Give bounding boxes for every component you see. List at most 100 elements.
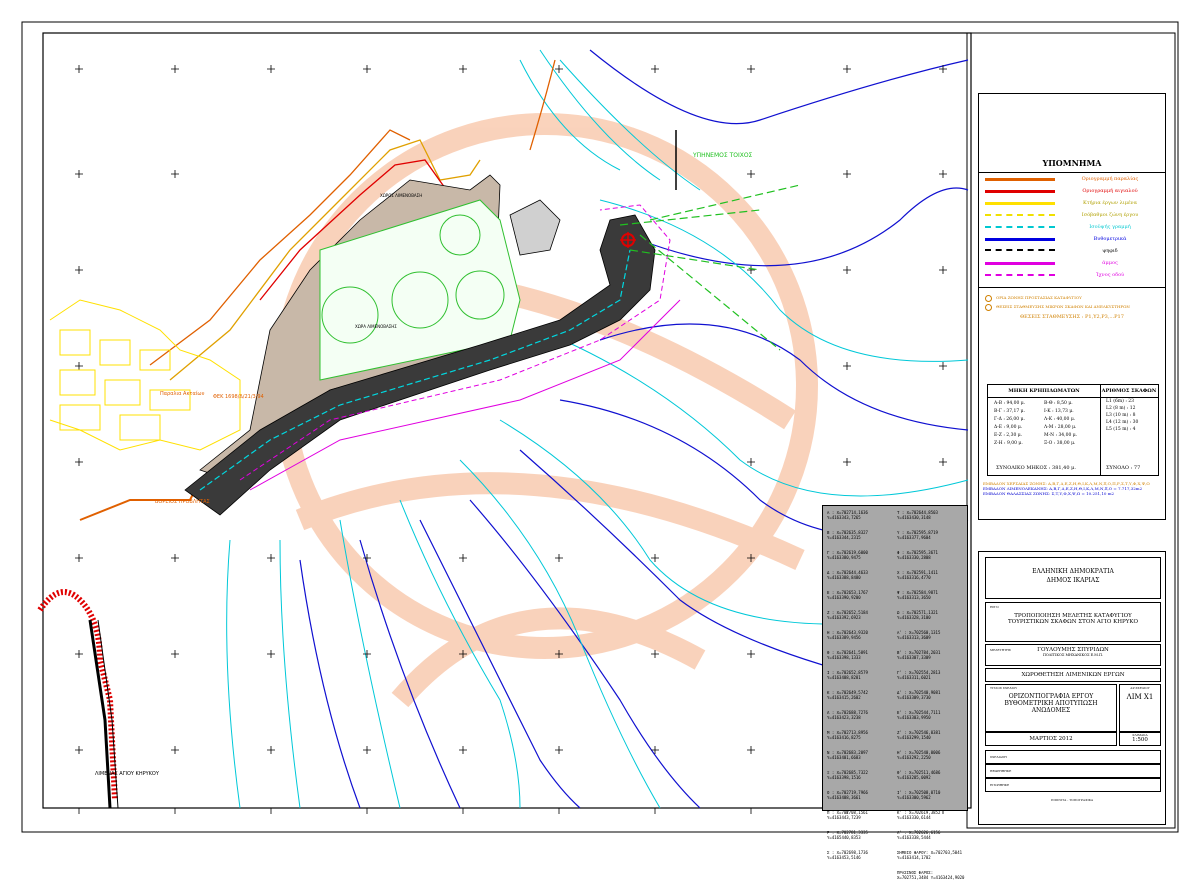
legend-swatch-icon [985,177,1055,181]
length-cell: Λ-Κ : 40,00 μ. [1044,417,1076,422]
legend-title: ΥΠΟΜΝΗΜΑ [979,94,1165,173]
legend-note: ΟΡΙΑ ΖΩΝΗΣ ΠΡΟΣΤΑΣΙΑΣ ΚΑΤΑΦΥΓΙΟΥ [979,294,1165,303]
project-label: ΕΡΓΟ [990,605,999,609]
state-name: ΕΛΛΗΝΙΚΗ ΔΗΜΟΚΡΑΤΙΑ [1032,568,1114,575]
coordinate-entry: Ε : Χ=702653,1767 Υ=4163390,9200 [827,590,868,600]
coordinate-entry: Ω : Χ=702571,1321 Υ=4163328,3100 [897,610,938,620]
boat-count: L1 (6m) : 23 [1106,399,1135,404]
legend-item: Ισόβαθμοι ζώνη έργου [979,209,1165,221]
area-notes: ΕΜΒΑΔΟΝ ΧΕΡΣΑΙΑΣ ΖΩΝΗΣ: Α,Β,Γ,Δ,Ε,Ζ,Η,Θ,… [983,481,1161,496]
sign-row-drawn: ΣΧΕΔΙΑΣΗ [990,755,1007,759]
coordinate-entry: Δ' : Χ=702540,9081 Υ=4163309,3730 [897,690,941,700]
coordinate-entry: Η : Χ=702643,9320 Υ=4163389,9456 [827,630,868,640]
coordinate-entry: Α : Χ=702714,1636 Υ=4163343,7265 [827,510,868,520]
legend-label: Κτήρια έργων λιμένα [1083,200,1137,206]
coordinate-entry: Χ : Χ=702591,1411 Υ=4163316,4770 [897,570,938,580]
boats-list: L1 (6m) : 23 L2 (8 m) : 12 L3 (10 m) : 8 L4… [1100,398,1158,433]
legend-note: ΘΕΣΕΙΣ ΣΤΑΘΜΕΥΣΗΣ ΜΙΚΡΩΝ ΣΚΑΦΩΝ ΚΑΙ ΑΝΕΛ… [979,303,1165,312]
port-name-label: ΛΙΜΕΝΑΣ ΑΓΙΟΥ ΚΗΡΥΚΟΥ [95,771,160,777]
legend-item: άμμος [979,257,1165,269]
project-title: ΤΡΟΠΟΠΟΙΗΣΗ ΜΕΛΕΤΗΣ ΚΑΤΑΦΥΓΙΟΥ ΤΟΥΡΙΣΤΙΚ… [1008,613,1138,625]
legend-label: Οριογραμμή παραλίας [1081,176,1139,182]
municipality-name: ΔΗΜΟΣ ΙΚΑΡΙΑΣ [1046,577,1100,584]
length-cell: Μ-Ν : 34,00 μ. [1044,433,1078,438]
coordinate-entry: Ο : Χ=702719,7966 Υ=4163408,3661 [827,790,868,800]
boats-header: ΑΡΙΘΜΟΣ ΣΚΑΦΩΝ [1100,385,1158,398]
pier-label: ΒΟΡΕΙΟΣ ΠΡΟΒΛΗΤΑΣ [155,499,210,505]
legend-item: Κτήρια έργων λιμένα [979,197,1165,209]
coordinate-entry: Ζ : Χ=702652,5184 Υ=4163392,6923 [827,610,868,620]
coordinate-entry: ΠΡΑΣΙΝΟΣ ΦΑΡΟΣ: Χ=702751,3484 Υ=4163424,… [897,870,965,880]
drawing-date: ΜΑΡΤΙΟΣ 2012 [985,732,1117,746]
coordinate-entry: Λ : Χ=702688,7276 Υ=4163423,3238 [827,710,868,720]
coordinate-entry: Μ : Χ=702713,8956 Υ=4163416,8275 [827,730,868,740]
drawing-number: ΛΙΜ Χ1 [1126,693,1154,701]
coordinate-entry: Ρ : Χ=702781,3335 Υ=4165440,8353 [827,830,868,840]
legend-item: Ίχνος οδού [979,269,1165,281]
legend-label: Βυθομετρικά [1093,236,1127,242]
coordinate-entry: Ψ : Χ=702584,9871 Υ=4163313,3650 [897,590,938,600]
parking-b-label: ΧΩΡΑ ΛΙΜΕΝΟΒΑΣΗΣ [355,324,397,329]
legend-panel: ΥΠΟΜΝΗΜΑ Οριογραμμή παραλίας Οριογραμμή α… [978,93,1166,520]
length-cell: Ι-Κ : 13,73 μ. [1044,409,1074,414]
lengths-header: ΜΗΚΗ ΚΡΗΠΙΔΩΜΑΤΩΝ [988,385,1100,398]
legend-item: ψηφιδ [979,245,1165,257]
coordinate-entry: Τ : Χ=702644,8503 Υ=4163430,3148 [897,510,938,520]
coordinate-entry: Κ : Χ=702649,5742 Υ=4163415,2602 [827,690,868,700]
drawing-scale: 1:500 [1132,737,1148,743]
coordinate-entry: Π : Χ=702708,1561 Υ=4163443,7239 [827,810,868,820]
boat-count: L3 (10 m) : 8 [1106,413,1136,418]
coordinates-column-1: Α : Χ=702714,1636 Υ=4163343,7265 Β : Χ=70… [827,510,895,870]
shore-label: Παραλια Ακταίων [160,390,205,397]
wave-station-label: ΥΠΗΝΕΜΟΣ ΤΟΙΧΟΣ [692,152,753,159]
category-title: ΧΩΡΟΘΕΤΗΣΗ ΛΙΜΕΝΙΚΩΝ ΕΡΓΩΝ [985,668,1161,682]
legend-swatch-icon [985,214,1055,216]
legend-list: Οριογραμμή παραλίας Οριογραμμή αιγιαλού Κτ… [979,173,1165,281]
legend-swatch-icon [985,237,1055,241]
sign-row-checked: ΘΕΩΡΗΘΗΚΕ [990,769,1012,773]
coordinate-entry: Φ : Χ=702595,3671 Υ=4163330,2808 [897,550,938,560]
coordinate-entry: Σ : Χ=702698,1736 Υ=4163453,5146 [827,850,868,860]
length-cell: Β-Γ : 37,17 μ. [994,409,1025,414]
legend-swatch-icon [985,261,1055,265]
note-marker-icon [985,304,992,311]
legend-item: Οριογραμμή αιγιαλού [979,185,1165,197]
lengths-grid: Α-Β : 94,00 μ. Β-Θ : 8,50 μ. Β-Γ : 37,17 μ… [988,398,1100,449]
coordinate-entry: Δ : Χ=702644,4633 Υ=4163388,8480 [827,570,868,580]
length-cell: Ξ-Ο : 38,00 μ. [1044,441,1076,446]
legend-label: άμμος [1102,260,1118,266]
legend-item: Οριογραμμή παραλίας [979,173,1165,185]
legend-swatch-icon [985,274,1055,276]
coordinate-entry: Ξ : Χ=702685,7322 Υ=4163398,1516 [827,770,868,780]
legend-item: Ισοϋψής γραμμή [979,221,1165,233]
legend-label: Ίχνος οδού [1095,272,1125,278]
legend-label: Ισοϋψής γραμμή [1089,224,1131,230]
total-boats: ΣΥΝΟΛΟ : 77 [1106,465,1141,471]
coordinate-entry: Κ' : Χ=702619,3852 Υ=4163330,6144 [897,810,941,820]
coordinate-entry: Ι' : Χ=702508,0710 Υ=4163300,5962 [897,790,941,800]
plot-label: ΦΕΚ 1698/Δ/21/3/94 [213,394,264,400]
coordinate-entry: Ν : Χ=702683,2097 Υ=4163401,6683 [827,750,868,760]
coordinate-entry: Η' : Χ=702540,0006 Υ=4163292,2250 [897,750,941,760]
stations-label: ΘΕΣΕΙΣ ΣΤΑΘΜΕΥΣΗΣ : P1,Y2,P3,...P17 [1020,314,1124,320]
legend-label: Ισόβαθμοι ζώνη έργου [1081,212,1139,218]
legend-label: ψηφιδ [1102,248,1118,254]
legend-swatch-icon [985,226,1055,228]
coordinate-entry: Α' : Χ=702560,1315 Υ=4163313,3609 [897,630,941,640]
length-cell: Δ-Ε : 9,00 μ. [994,425,1023,430]
coordinate-entry: ΣΗΜΕΙΟ ΦΑΡΟΥ: Χ=702703,5041 Υ=4163414,17… [897,850,963,860]
note-marker-icon [985,295,992,302]
coordinate-entry: Β' : Χ=702784,2031 Υ=4163307,3309 [897,650,941,660]
total-length: ΣΥΝΟΛΙΚΟ ΜΗΚΟΣ : 381,40 μ. [996,465,1076,471]
boat-count: L5 (15 m) : 4 [1106,427,1136,432]
length-cell: Γ-Δ : 26,00 μ. [994,417,1025,422]
coordinate-entry: Ι : Χ=702652,8579 Υ=4163408,8281 [827,670,868,680]
length-cell: Ζ-Η : 9,00 μ. [994,441,1023,446]
designer-label: ΜΕΛΕΤΗΤΗΣ [990,648,1011,652]
coordinates-column-2: Τ : Χ=702644,8503 Υ=4163430,3148 Υ : Χ=70… [897,510,965,890]
length-cell: Ε-Ζ : 2,30 μ. [994,433,1023,438]
town-outlines [49,299,241,451]
boat-count: L2 (8 m) : 12 [1106,406,1136,411]
coordinate-entry: Θ' : Χ=702511,4686 Υ=4163285,0092 [897,770,941,780]
drawing-label: ΤΙΤΛΟΣ ΣΧΕΔΙΟΥ [990,686,1018,690]
